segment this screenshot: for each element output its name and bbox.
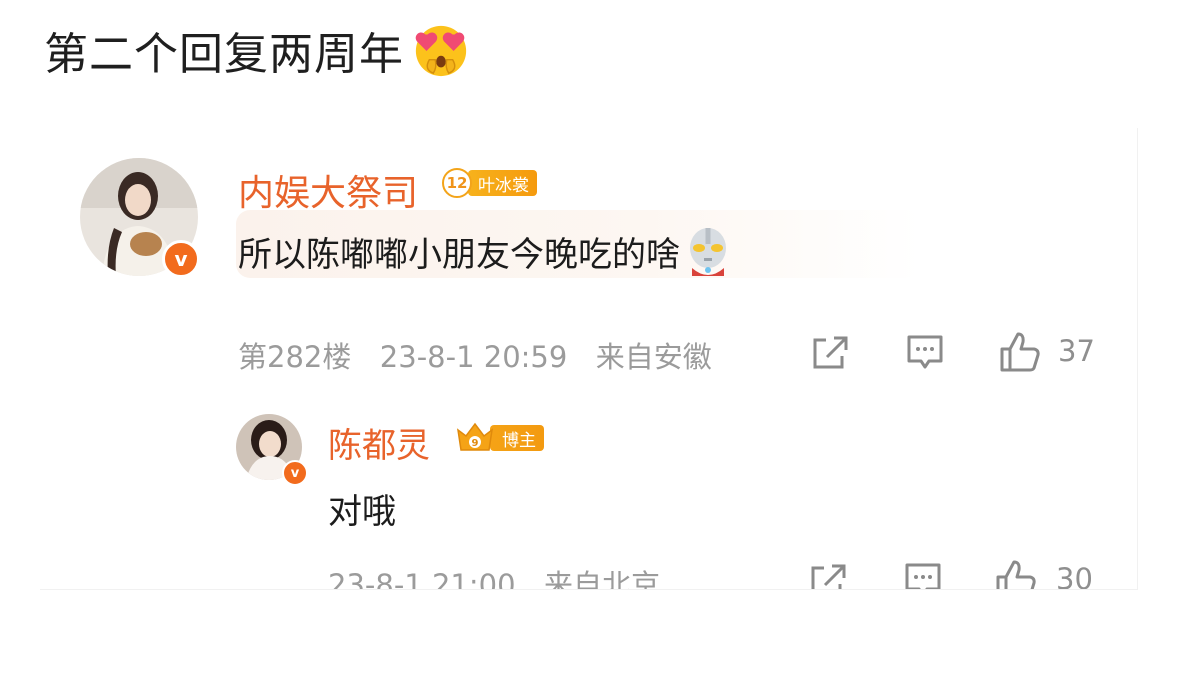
reply-location: 来自北京 [543,568,660,590]
heart-eyes-emoji-icon [415,25,467,77]
comment-text[interactable]: 所以陈嘟嘟小朋友今晚吃的啥 [238,226,730,276]
comment-time: 23-8-1 20:59 [379,340,568,374]
comment-meta: 第282楼 23-8-1 20:59 来自安徽 [238,334,712,376]
reply-author-name[interactable]: 陈都灵 [328,418,430,467]
verified-badge: v [162,240,200,278]
crown-icon: 9 [456,422,494,451]
reply-share-icon[interactable] [810,562,848,590]
comment-like-count: 37 [1058,334,1095,368]
reply-meta: 23-8-1 21:00 来自北京 [328,562,660,590]
cut-off-next-line [44,664,464,677]
comment-text-content: 所以陈嘟嘟小朋友今晚吃的啥 [238,234,680,275]
crown-level: 9 [472,438,479,449]
reply-comment-icon[interactable] [904,562,942,590]
reply-like-count: 30 [1056,562,1093,590]
like-icon[interactable] [998,330,1042,374]
reply-time: 23-8-1 21:00 [328,568,516,590]
fan-badge-level: 12 [442,168,472,198]
blogger-badge[interactable]: 9 博主 [454,420,544,456]
reply-like-icon[interactable] [994,558,1038,590]
post-headline: 第二个回复两周年 [44,18,470,82]
reply-verified-badge: v [282,460,308,486]
fan-badge-label: 叶冰裳 [468,170,537,196]
share-icon[interactable] [812,334,850,372]
commenter-name[interactable]: 内娱大祭司 [238,164,418,216]
blogger-badge-label: 博主 [490,425,544,451]
ultraman-emoji-icon [690,228,726,276]
comment-location: 来自安徽 [595,340,712,374]
reply-text[interactable]: 对哦 [328,484,396,533]
comment-icon[interactable] [906,334,944,374]
headline-text: 第二个回复两周年 [44,29,404,80]
comment-floor: 第282楼 [238,340,352,374]
reply-verified-badge-text: v [290,465,300,481]
comment-card: v 内娱大祭司 12 叶冰裳 所以陈嘟嘟小朋友今晚吃的啥 第282楼 23-8-… [40,128,1138,590]
fan-badge[interactable]: 12 叶冰裳 [442,168,537,198]
verified-badge-text: v [174,247,188,271]
